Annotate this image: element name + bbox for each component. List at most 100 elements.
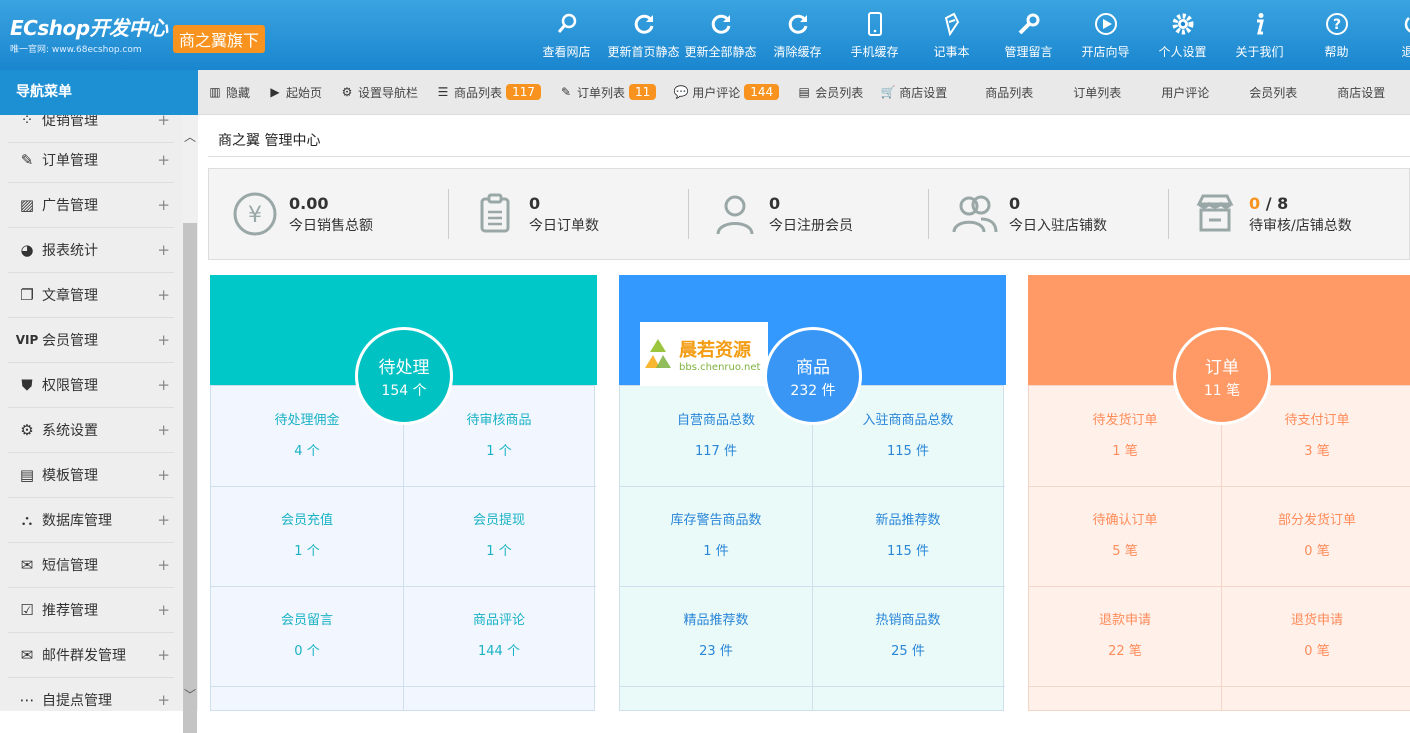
sidebar-item-sms[interactable]: ✉短信管理+ [8, 543, 174, 588]
sidebar-item-members[interactable]: VIP会员管理+ [8, 318, 174, 363]
stat-value: 0 [1009, 194, 1107, 213]
cell-label: 待确认订单 [1029, 509, 1221, 528]
tab-comments-2[interactable]: 用户评论 [1161, 84, 1209, 101]
tab-shop-settings-2[interactable]: 商店设置 [1337, 84, 1385, 101]
sidebar-item-label: 自提点管理 [42, 690, 157, 710]
expand-icon: + [157, 511, 170, 529]
top-nav-help[interactable]: ? 帮助 [1298, 0, 1375, 70]
top-nav-label: 手机缓存 [850, 43, 898, 60]
sidebar-scrollbar[interactable]: ︿ ﹀ [182, 115, 198, 711]
top-nav-update-home[interactable]: 更新首页静态 [605, 0, 682, 70]
sidebar-item-orders[interactable]: ✎订单管理+ [8, 138, 174, 183]
sidebar-item-database[interactable]: ⛬数据库管理+ [8, 498, 174, 543]
cell-label: 会员提现 [403, 509, 595, 528]
sidebar-item-recommend[interactable]: ☑推荐管理+ [8, 588, 174, 633]
help-icon: ? [1323, 10, 1351, 38]
tab-label: 商店设置 [899, 84, 947, 101]
tab-shop-settings[interactable]: 🛒商店设置 [881, 84, 947, 101]
top-nav-messages[interactable]: 管理留言 [990, 0, 1067, 70]
cell-value: 1 个 [403, 440, 595, 459]
sidebar-item-reports[interactable]: ◕报表统计+ [8, 228, 174, 273]
cell-value: 3 笔 [1221, 440, 1410, 459]
sms-icon: ✉ [16, 554, 38, 576]
top-nav-view-store[interactable]: 查看网店 [528, 0, 605, 70]
card-circle[interactable]: 订单11 笔 [1173, 327, 1271, 425]
tab-label: 设置导航栏 [358, 84, 418, 101]
sidebar-item-ads[interactable]: ▨广告管理+ [8, 183, 174, 228]
cell-label: 库存警告商品数 [620, 509, 812, 528]
sidebar: ⁘促销管理+ ✎订单管理+ ▨广告管理+ ◕报表统计+ ❐文章管理+ VIP会员… [0, 115, 182, 711]
card-cell[interactable]: 新品推荐数115 件 [812, 486, 1004, 586]
stat-value: 0 [769, 194, 853, 213]
stat-label: 今日销售总额 [289, 215, 373, 235]
tab-hide[interactable]: ▥隐藏 [208, 84, 250, 101]
tab-goods-list[interactable]: ☰商品列表117 [436, 84, 541, 101]
top-nav-notebook[interactable]: 记事本 [913, 0, 990, 70]
card-pending: 待处理154 个 待处理佣金4 个 待审核商品1 个 会员充值1 个 会员提现1… [210, 275, 597, 711]
sidebar-item-pickup[interactable]: ⋯自提点管理+ [8, 678, 174, 711]
card-cell[interactable]: 库存警告商品数1 件 [620, 486, 812, 586]
card-cell[interactable]: 退货申请0 笔 [1221, 586, 1410, 686]
card-cell[interactable]: 会员提现1 个 [403, 486, 595, 586]
tab-comments[interactable]: 💬用户评论144 [674, 84, 779, 101]
cell-value: 0 笔 [1221, 640, 1410, 659]
card-cell[interactable]: 精品推荐数23 件 [620, 586, 812, 686]
sidebar-item-label: 会员管理 [42, 330, 157, 350]
tab-home[interactable]: ▶起始页 [268, 84, 322, 101]
stat-value: 0 [529, 194, 599, 213]
sidebar-item-templates[interactable]: ▤模板管理+ [8, 453, 174, 498]
member-icon: ▤ [797, 85, 811, 99]
tab-members[interactable]: ▤会员列表 [797, 84, 863, 101]
tab-members-2[interactable]: 会员列表 [1249, 84, 1297, 101]
cell-label: 热销商品数 [812, 609, 1004, 628]
tab-nav-settings[interactable]: ⚙ 设置导航栏 [340, 84, 418, 101]
top-nav-mobile-cache[interactable]: 手机缓存 [836, 0, 913, 70]
card-cell[interactable]: 会员留言0 个 [211, 586, 403, 686]
card-cell[interactable]: 商品评论144 个 [403, 586, 595, 686]
tab-goods-list-2[interactable]: 商品列表 [985, 84, 1033, 101]
count-badge: 144 [744, 84, 779, 100]
card-circle[interactable]: 待处理154 个 [355, 327, 453, 425]
top-nav-logout[interactable]: 退出 [1375, 0, 1410, 70]
cell-value: 117 件 [620, 440, 812, 459]
logo[interactable]: ECshop开发中心 唯一官网: www.68ecshop.com [10, 12, 168, 55]
power-icon [1400, 10, 1410, 38]
tab-label: 商品列表 [454, 84, 502, 101]
top-nav-clear-cache[interactable]: 清除缓存 [759, 0, 836, 70]
scroll-down-icon[interactable]: ﹀ [182, 687, 198, 703]
settings-icon: ⚙ [340, 85, 354, 99]
card-cell[interactable]: 待确认订单5 笔 [1029, 486, 1221, 586]
top-nav-label: 个人设置 [1158, 43, 1206, 60]
sidebar-item-system[interactable]: ⚙系统设置+ [8, 408, 174, 453]
clipboard-icon [471, 190, 519, 238]
card-cell[interactable]: 部分发货订单0 笔 [1221, 486, 1410, 586]
top-nav-wizard[interactable]: 开店向导 [1067, 0, 1144, 70]
sidebar-item-articles[interactable]: ❐文章管理+ [8, 273, 174, 318]
expand-icon: + [157, 286, 170, 304]
card-cell[interactable]: 退款申请22 笔 [1029, 586, 1221, 686]
sidebar-item-label: 短信管理 [42, 555, 157, 575]
refresh-icon [630, 10, 658, 38]
scroll-up-icon[interactable]: ︿ [182, 129, 198, 145]
scroll-thumb[interactable] [183, 223, 197, 733]
tab-order-list-2[interactable]: 订单列表 [1073, 84, 1121, 101]
expand-icon: + [157, 376, 170, 394]
expand-icon: + [157, 556, 170, 574]
card-circle[interactable]: 商品232 件 [764, 327, 862, 425]
promo-icon: ⁘ [16, 115, 38, 131]
card-title: 商品 [796, 353, 830, 378]
top-nav-about[interactable]: 关于我们 [1221, 0, 1298, 70]
card-cell[interactable]: 会员充值1 个 [211, 486, 403, 586]
sidebar-item-mail[interactable]: ✉邮件群发管理+ [8, 633, 174, 678]
logo-text: ECshop开发中心 [10, 12, 168, 41]
card-count: 11 笔 [1204, 380, 1240, 400]
top-header: ECshop开发中心 唯一官网: www.68ecshop.com 商之翼旗下 … [0, 0, 1410, 70]
phone-icon [861, 10, 889, 38]
sidebar-item-permissions[interactable]: ⛊权限管理+ [8, 363, 174, 408]
top-nav-update-all[interactable]: 更新全部静态 [682, 0, 759, 70]
tab-order-list[interactable]: ✎订单列表11 [559, 84, 656, 101]
top-nav-profile[interactable]: 个人设置 [1144, 0, 1221, 70]
stat-label: 今日入驻店铺数 [1009, 215, 1107, 235]
expand-icon: + [157, 196, 170, 214]
card-cell[interactable]: 热销商品数25 件 [812, 586, 1004, 686]
